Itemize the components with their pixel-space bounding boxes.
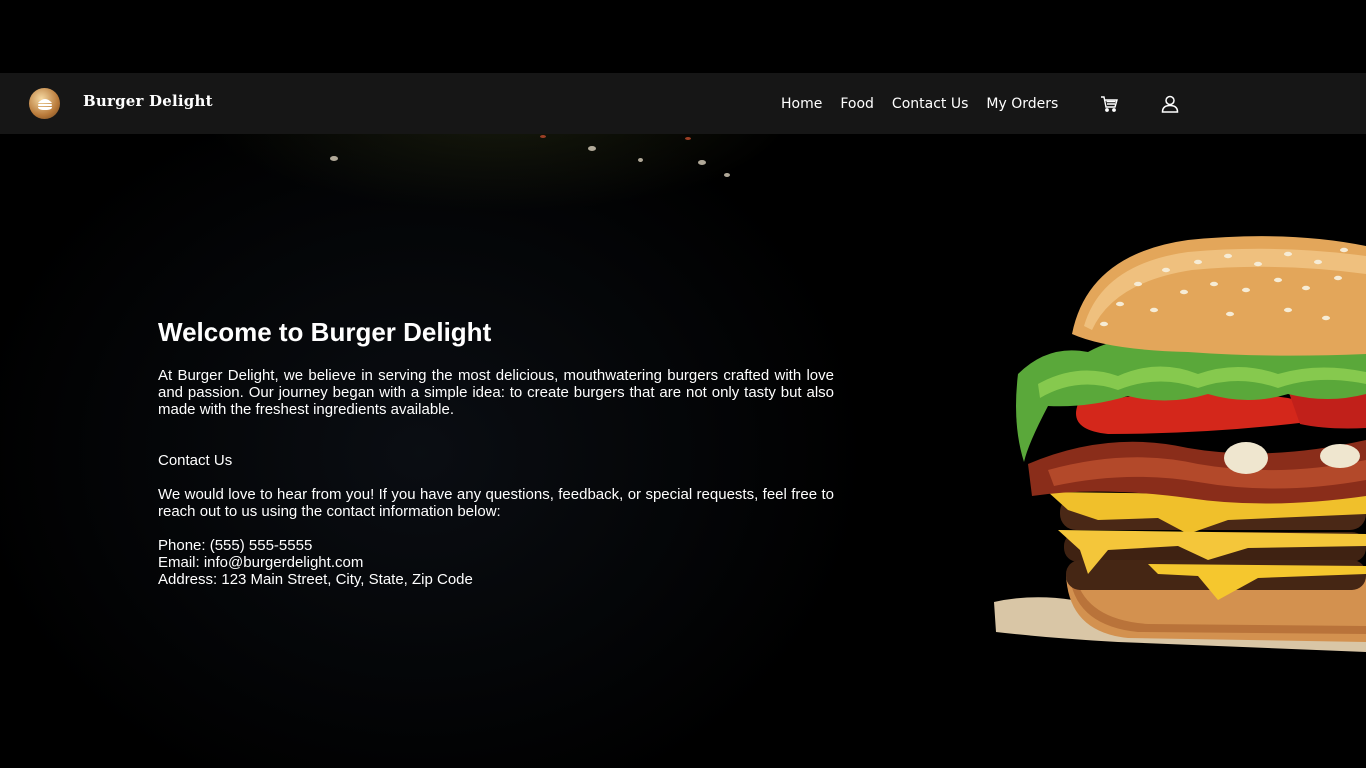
- contact-heading: Contact Us: [158, 452, 233, 469]
- nav-orders-link[interactable]: My Orders: [986, 96, 1058, 112]
- nav-contact-link[interactable]: Contact Us: [892, 96, 968, 112]
- nav-food-link[interactable]: Food: [840, 96, 874, 112]
- contact-details: Phone: (555) 555-5555 Email: info@burger…: [158, 537, 834, 588]
- burger-image: [994, 236, 1366, 652]
- burger-logo-icon[interactable]: [29, 88, 60, 119]
- intro-paragraph: At Burger Delight, we believe in serving…: [158, 367, 834, 418]
- page: Burger Delight Home Food Contact Us My O…: [0, 0, 1366, 768]
- user-icon[interactable]: [1159, 93, 1181, 115]
- about-section: Welcome to Burger Delight At Burger Deli…: [158, 316, 834, 588]
- brand-name[interactable]: Burger Delight: [83, 92, 213, 110]
- contact-address: Address: 123 Main Street, City, State, Z…: [158, 571, 473, 588]
- nav-home-link[interactable]: Home: [781, 96, 822, 112]
- cart-icon[interactable]: [1098, 93, 1120, 115]
- contact-email: Email: info@burgerdelight.com: [158, 554, 364, 571]
- navbar: Burger Delight Home Food Contact Us My O…: [0, 73, 1366, 134]
- nav-links: Home Food Contact Us My Orders: [781, 73, 1076, 134]
- contact-paragraph: We would love to hear from you! If you h…: [158, 486, 834, 520]
- page-title: Welcome to Burger Delight: [158, 317, 492, 347]
- contact-phone: Phone: (555) 555-5555: [158, 537, 313, 554]
